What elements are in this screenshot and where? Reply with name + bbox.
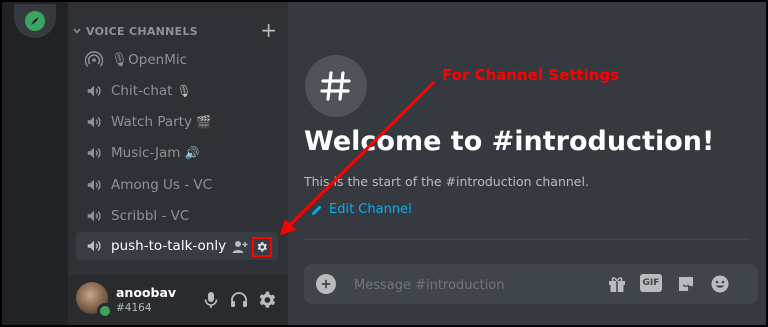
username: anoobav xyxy=(116,285,177,300)
hashtag-icon xyxy=(320,71,351,101)
create-channel-plus-icon[interactable]: + xyxy=(260,20,277,40)
speaker-icon xyxy=(84,112,104,132)
channel-watch-party[interactable]: Watch Party 🎬 xyxy=(76,108,278,136)
user-panel: anoobav #4164 xyxy=(68,275,288,325)
pencil-icon xyxy=(312,205,322,215)
channel-start-text: This is the start of the #introduction c… xyxy=(304,174,589,189)
add-member-icon[interactable] xyxy=(232,239,248,255)
channel-label: Chit-chat xyxy=(111,83,173,99)
channel-music-jam[interactable]: Music-Jam 🔊 xyxy=(76,139,278,167)
sticker-icon[interactable] xyxy=(676,274,696,294)
channel-sidebar: VOICE CHANNELS + 🎙OpenMic Chit-chat 🎙 Wa… xyxy=(68,2,288,325)
divider xyxy=(304,239,748,240)
speaker-icon xyxy=(84,81,104,101)
server-rail xyxy=(2,2,68,325)
channel-label: push-to-talk-only xyxy=(111,238,227,254)
speaker-icon xyxy=(84,175,104,195)
category-voice-channels[interactable]: VOICE CHANNELS + xyxy=(72,20,277,40)
channel-label: Scribbl - VC xyxy=(111,208,190,224)
channel-settings-button[interactable] xyxy=(252,237,272,257)
channel-among-us[interactable]: Among Us - VC xyxy=(76,171,278,199)
microphone-emoji: 🎙 xyxy=(176,84,192,98)
channel-push-to-talk-only[interactable]: push-to-talk-only xyxy=(76,232,278,260)
annotation-label: For Channel Settings xyxy=(442,66,620,84)
channel-label: Music-Jam xyxy=(111,145,181,161)
speaker-icon xyxy=(84,206,104,226)
message-composer: GIF xyxy=(304,264,758,304)
microphone-icon[interactable] xyxy=(201,290,221,310)
channel-label: 🎙OpenMic xyxy=(111,52,188,68)
gif-button[interactable]: GIF xyxy=(640,274,662,292)
emoji-icon[interactable] xyxy=(710,274,730,294)
speaker-emoji: 🔊 xyxy=(184,146,200,160)
channel-openmic[interactable]: 🎙OpenMic xyxy=(76,46,278,74)
channel-actions xyxy=(232,237,272,257)
user-tag: #4164 xyxy=(116,302,152,314)
channel-label: Watch Party xyxy=(111,114,192,130)
server-icon[interactable] xyxy=(14,4,56,38)
discord-window: VOICE CHANNELS + 🎙OpenMic Chit-chat 🎙 Wa… xyxy=(2,2,766,325)
headphones-icon[interactable] xyxy=(229,290,249,310)
gift-icon[interactable] xyxy=(607,274,627,294)
channel-chit-chat[interactable]: Chit-chat 🎙 xyxy=(76,77,278,105)
welcome-heading: Welcome to #introduction! xyxy=(304,126,715,157)
gear-icon xyxy=(257,242,267,252)
plus-icon xyxy=(321,279,331,289)
channel-label: Among Us - VC xyxy=(111,177,213,193)
upload-button[interactable] xyxy=(316,274,336,294)
stage-icon xyxy=(84,50,104,70)
clapper-emoji: 🎬 xyxy=(195,115,211,129)
edit-channel-label: Edit Channel xyxy=(329,202,412,217)
channel-scribbl[interactable]: Scribbl - VC xyxy=(76,202,278,230)
compass-icon xyxy=(25,11,45,31)
message-input[interactable] xyxy=(352,272,586,298)
speaker-icon xyxy=(84,236,104,256)
category-title: VOICE CHANNELS xyxy=(86,24,199,38)
chat-area: Welcome to #introduction! This is the st… xyxy=(288,2,766,325)
online-status-icon xyxy=(97,303,113,319)
edit-channel-link[interactable]: Edit Channel xyxy=(310,202,412,217)
user-settings-gear-icon[interactable] xyxy=(257,290,277,310)
channel-hash-badge xyxy=(305,55,367,117)
speaker-icon xyxy=(84,143,104,163)
chevron-down-icon xyxy=(73,28,81,34)
